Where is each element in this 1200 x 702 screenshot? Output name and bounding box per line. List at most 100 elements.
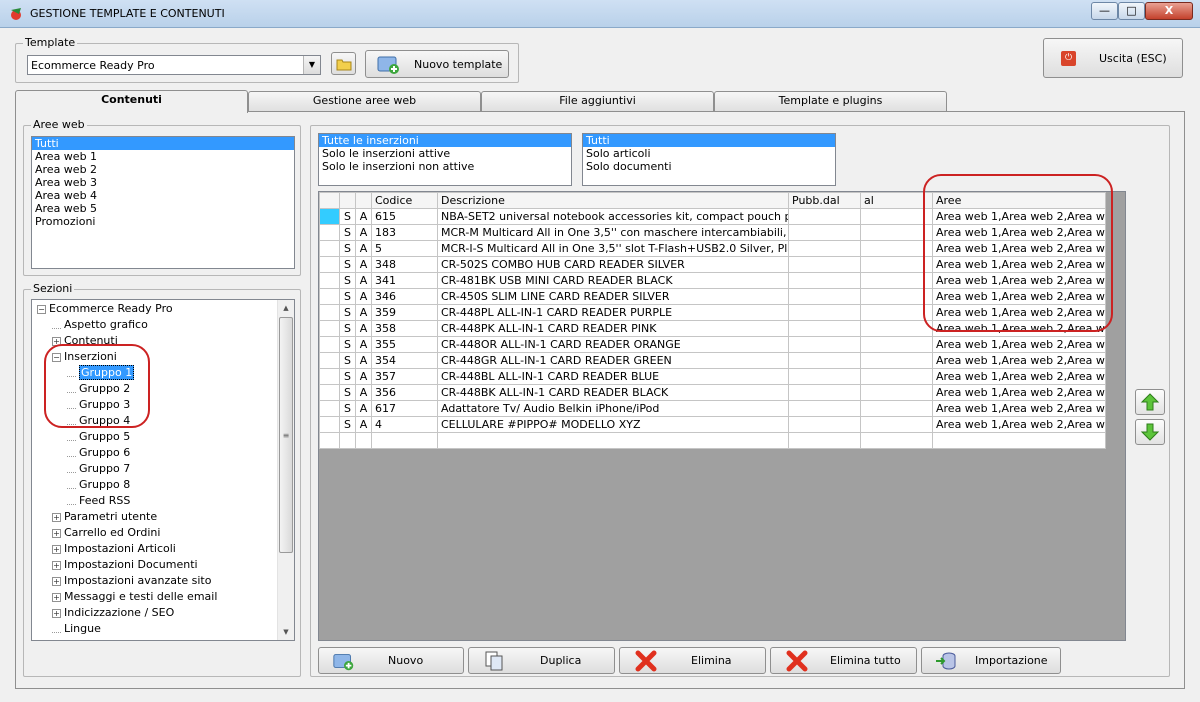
scroll-up-icon[interactable]: ▲ [278, 300, 294, 316]
tab-file-aggiuntivi[interactable]: File aggiuntivi [481, 91, 714, 111]
tree-node[interactable]: Gruppo 6 [32, 445, 278, 461]
tree-node[interactable]: Gruppo 2 [32, 381, 278, 397]
minimize-button[interactable]: — [1091, 2, 1118, 20]
table-cell[interactable]: S [339, 240, 356, 257]
aree-web-list[interactable]: Tutti Area web 1 Area web 2 Area web 3 A… [31, 136, 295, 269]
tree-expander-icon[interactable]: − [52, 352, 61, 362]
column-header[interactable] [339, 192, 356, 209]
table-cell[interactable] [860, 240, 933, 257]
tree-node[interactable]: + Parametri utente [32, 509, 278, 525]
table-cell[interactable]: Area web 1,Area web 2,Area w... [932, 336, 1106, 353]
exit-button[interactable]: ⏻ Uscita (ESC) [1043, 38, 1183, 78]
move-up-button[interactable] [1135, 389, 1165, 415]
table-cell[interactable]: Area web 1,Area web 2,Area w... [932, 272, 1106, 289]
tree-node[interactable]: + Contenuti [32, 333, 278, 349]
row-indicator[interactable] [319, 304, 340, 321]
table-cell[interactable]: Area web 1,Area web 2,Area w... [932, 304, 1106, 321]
inserzioni-grid[interactable]: Codice Descrizione Pubb.dal al Aree S A 615 NBA… [318, 191, 1126, 641]
table-cell[interactable]: A [355, 400, 372, 417]
list-item[interactable]: Area web 4 [32, 189, 294, 202]
table-cell[interactable]: CR-450S SLIM LINE CARD READER SILVER [437, 288, 789, 305]
table-cell[interactable]: CR-481BK USB MINI CARD READER BLACK [437, 272, 789, 289]
list-item[interactable]: Area web 2 [32, 163, 294, 176]
table-cell[interactable]: Adattatore Tv/ Audio Belkin iPhone/iPod [437, 400, 789, 417]
nuovo-button[interactable]: Nuovo [318, 647, 464, 674]
list-item[interactable]: Area web 5 [32, 202, 294, 215]
column-header[interactable]: Aree [932, 192, 1106, 209]
table-cell[interactable]: 356 [371, 384, 438, 401]
table-cell[interactable] [788, 288, 861, 305]
table-cell[interactable]: S [339, 304, 356, 321]
tree-node[interactable]: − Ecommerce Ready Pro [32, 301, 278, 317]
table-cell[interactable] [860, 256, 933, 273]
table-cell[interactable]: A [355, 384, 372, 401]
tree-expander-icon[interactable]: − [37, 304, 46, 314]
table-cell[interactable] [788, 240, 861, 257]
table-cell[interactable]: CR-448GR ALL-IN-1 CARD READER GREEN [437, 352, 789, 369]
table-cell[interactable] [788, 432, 861, 449]
table-cell[interactable]: A [355, 320, 372, 337]
column-header[interactable] [355, 192, 372, 209]
stato-filter-list[interactable]: Tutte le inserzioni Solo le inserzioni a… [318, 133, 572, 186]
tree-node[interactable]: Gruppo 1 [32, 365, 278, 381]
table-cell[interactable]: Area web 1,Area web 2,Area w... [932, 224, 1106, 241]
move-down-button[interactable] [1135, 419, 1165, 445]
table-cell[interactable]: Area web 1,Area web 2,Area w... [932, 416, 1106, 433]
table-cell[interactable]: A [355, 352, 372, 369]
open-folder-button[interactable] [331, 52, 356, 75]
table-cell[interactable]: A [355, 288, 372, 305]
row-indicator[interactable] [319, 224, 340, 241]
table-cell[interactable]: Area web 1,Area web 2,Area w... [932, 208, 1106, 225]
table-cell[interactable]: S [339, 256, 356, 273]
tree-node[interactable]: Gruppo 4 [32, 413, 278, 429]
table-cell[interactable] [371, 432, 438, 449]
column-header[interactable]: Pubb.dal [788, 192, 861, 209]
column-header[interactable]: al [860, 192, 933, 209]
new-template-button[interactable]: Nuovo template [365, 50, 509, 78]
importazione-button[interactable]: Importazione [921, 647, 1061, 674]
list-item[interactable]: Promozioni [32, 215, 294, 228]
list-item[interactable]: Tutte le inserzioni [319, 134, 571, 147]
tree-node[interactable]: Gruppo 7 [32, 461, 278, 477]
table-cell[interactable] [788, 304, 861, 321]
tab-gestione-aree-web[interactable]: Gestione aree web [248, 91, 481, 111]
table-row[interactable]: S A 358 CR-448PK ALL-IN-1 CARD READER PINK A… [319, 320, 1106, 337]
table-row[interactable] [319, 432, 1106, 449]
tree-expander-icon[interactable]: + [52, 576, 61, 586]
table-cell[interactable]: CR-502S COMBO HUB CARD READER SILVER [437, 256, 789, 273]
tree-node[interactable]: Chiavi [32, 637, 278, 640]
table-cell[interactable]: S [339, 416, 356, 433]
tree-expander-icon[interactable]: + [52, 592, 61, 602]
sezioni-tree[interactable]: − Ecommerce Ready Pro Aspetto grafico + Cont… [31, 299, 295, 641]
table-cell[interactable]: A [355, 416, 372, 433]
table-cell[interactable]: 359 [371, 304, 438, 321]
table-cell[interactable] [860, 336, 933, 353]
table-cell[interactable] [788, 384, 861, 401]
table-cell[interactable] [860, 400, 933, 417]
tree-expander-icon[interactable]: + [52, 544, 61, 554]
table-cell[interactable]: 354 [371, 352, 438, 369]
table-cell[interactable] [355, 432, 372, 449]
table-cell[interactable]: A [355, 240, 372, 257]
table-cell[interactable]: 348 [371, 256, 438, 273]
elimina-tutto-button[interactable]: Elimina tutto [770, 647, 917, 674]
table-row[interactable]: S A 341 CR-481BK USB MINI CARD READER BLACK… [319, 272, 1106, 289]
table-cell[interactable]: Area web 1,Area web 2,Area w... [932, 368, 1106, 385]
scroll-down-icon[interactable]: ▼ [278, 624, 294, 640]
table-row[interactable]: S A 356 CR-448BK ALL-IN-1 CARD READER BLACK… [319, 384, 1106, 401]
table-cell[interactable]: 346 [371, 288, 438, 305]
table-cell[interactable]: S [339, 208, 356, 225]
table-cell[interactable]: S [339, 320, 356, 337]
list-item[interactable]: Solo articoli [583, 147, 835, 160]
table-cell[interactable] [860, 384, 933, 401]
table-row[interactable]: S A 348 CR-502S COMBO HUB CARD READER SILVE… [319, 256, 1106, 273]
table-cell[interactable]: 358 [371, 320, 438, 337]
tree-node[interactable]: Lingue [32, 621, 278, 637]
table-cell[interactable]: CR-448PL ALL-IN-1 CARD READER PURPLE [437, 304, 789, 321]
table-cell[interactable] [788, 272, 861, 289]
table-cell[interactable]: S [339, 368, 356, 385]
list-item[interactable]: Solo le inserzioni non attive [319, 160, 571, 173]
maximize-button[interactable]: □ [1118, 2, 1145, 20]
row-indicator[interactable] [319, 240, 340, 257]
table-cell[interactable]: 5 [371, 240, 438, 257]
